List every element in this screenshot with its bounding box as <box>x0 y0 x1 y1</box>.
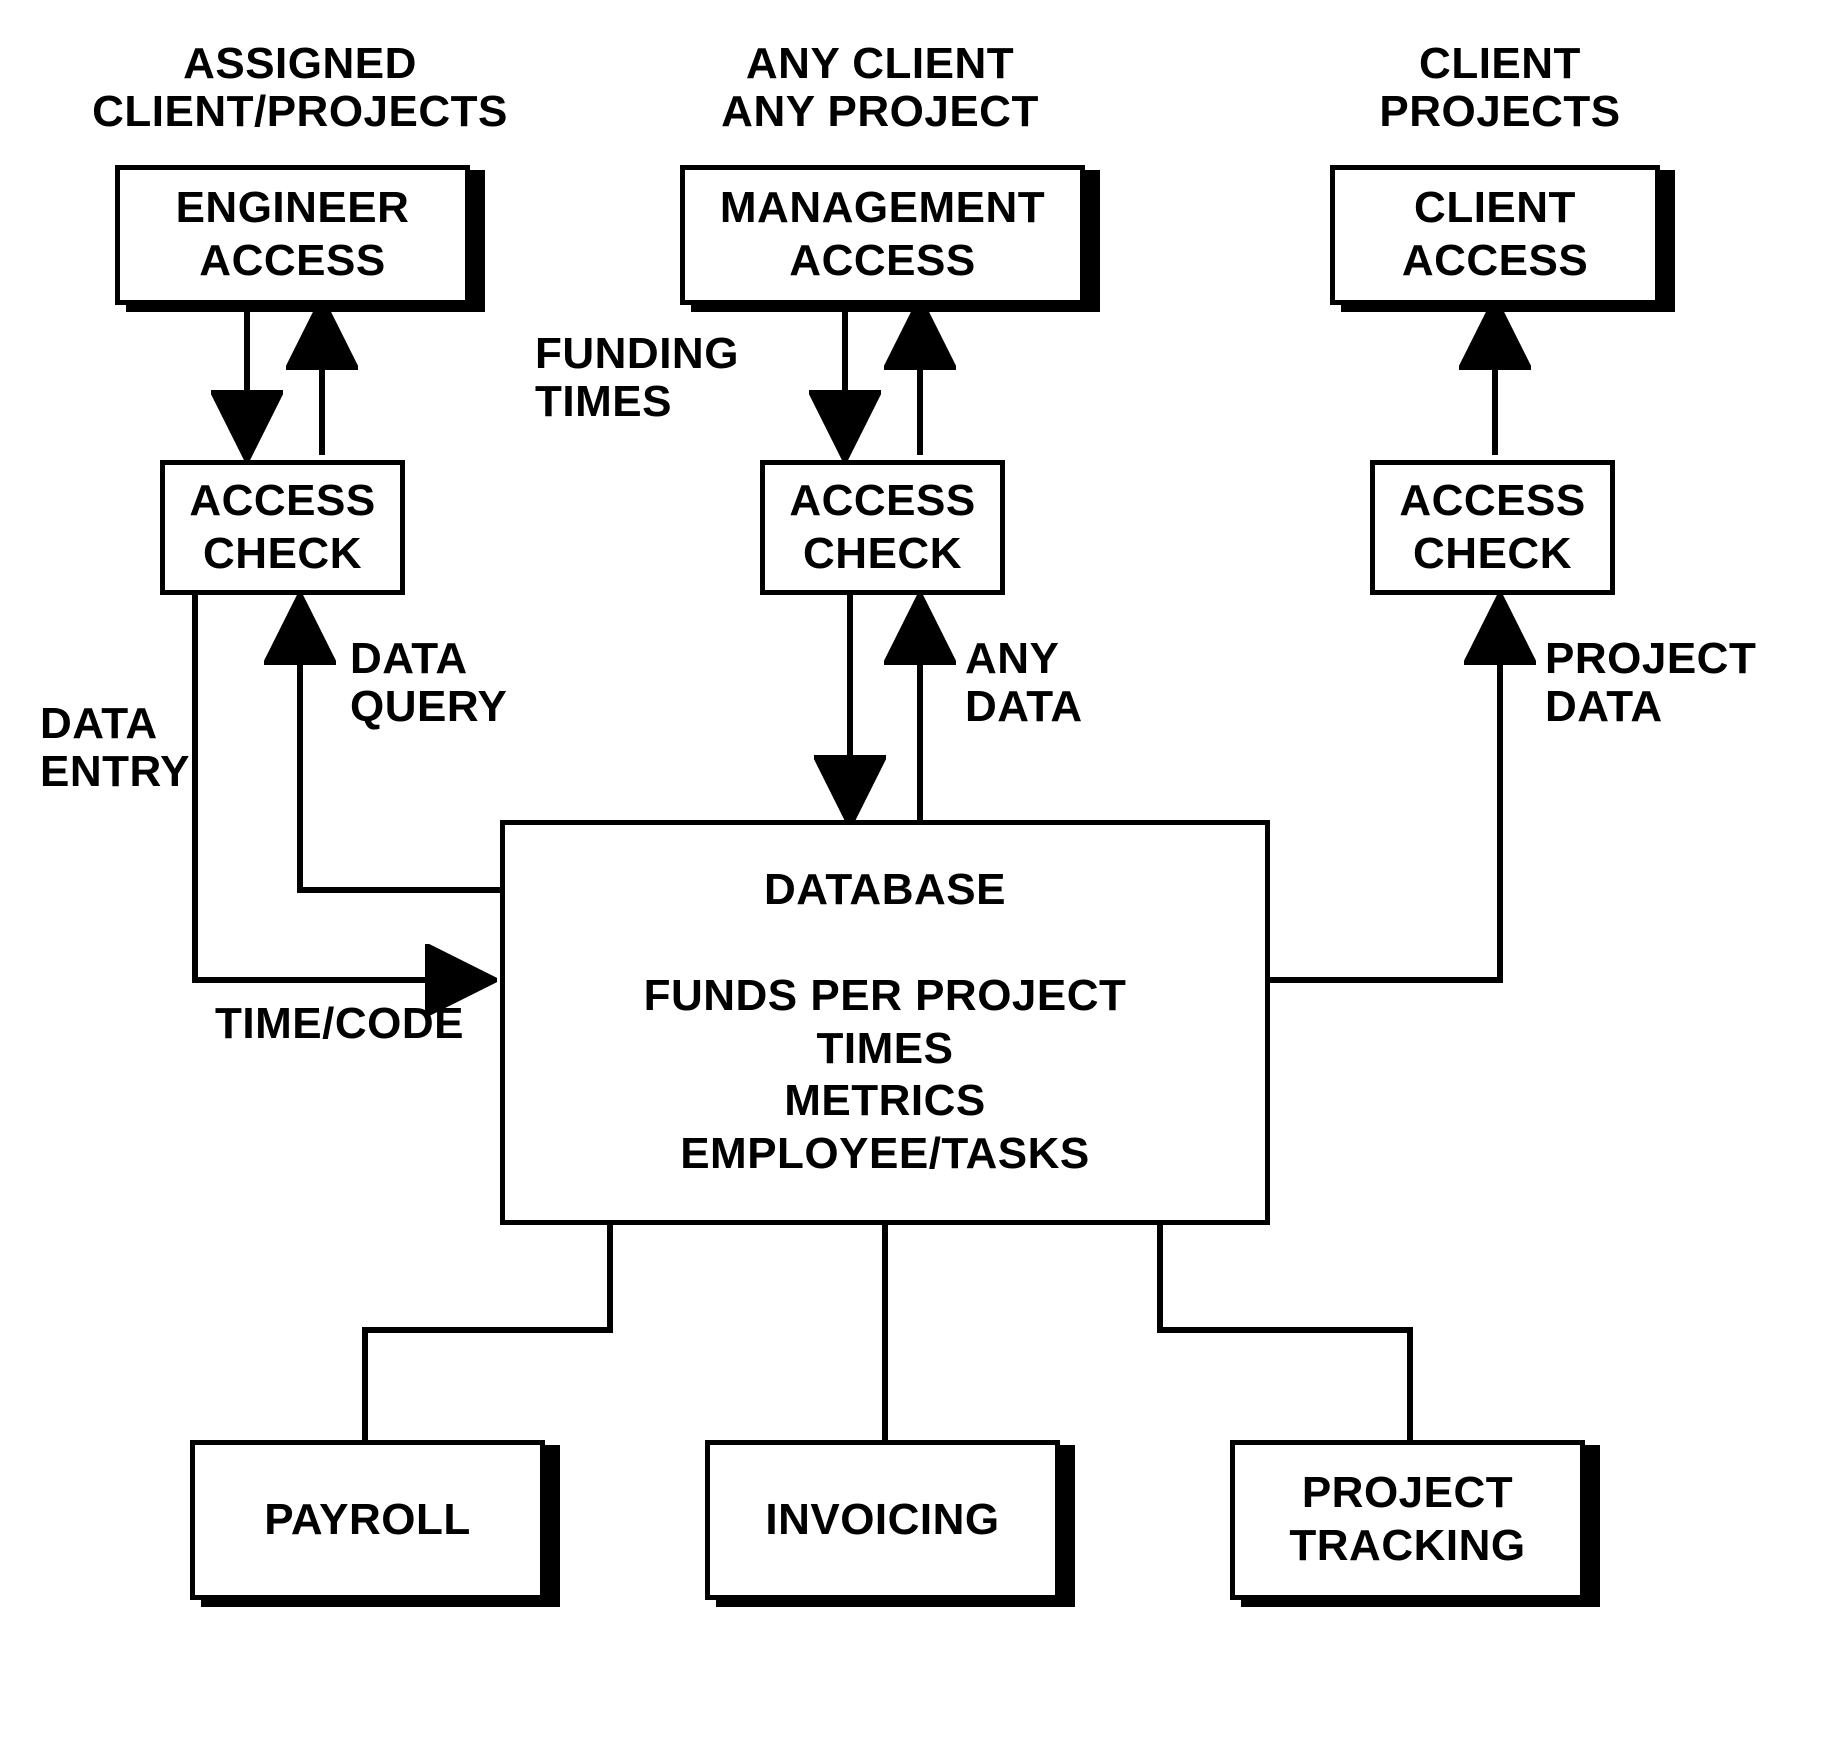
box-invoicing: INVOICING <box>705 1440 1060 1600</box>
header-engineer: ASSIGNED CLIENT/PROJECTS <box>70 40 530 137</box>
label-time-code: TIME/CODE <box>215 1000 464 1048</box>
label-any-data: ANY DATA <box>965 635 1083 732</box>
box-access-check-2: ACCESS CHECK <box>760 460 1005 595</box>
box-project-tracking: PROJECT TRACKING <box>1230 1440 1585 1600</box>
header-client: CLIENT PROJECTS <box>1300 40 1700 137</box>
label-data-query: DATA QUERY <box>350 635 507 732</box>
box-client-access: CLIENT ACCESS <box>1330 165 1660 305</box>
box-management-access: MANAGEMENT ACCESS <box>680 165 1085 305</box>
label-funding-times: FUNDING TIMES <box>535 330 739 427</box>
label-data-entry: DATA ENTRY <box>40 700 190 797</box>
box-engineer-access: ENGINEER ACCESS <box>115 165 470 305</box>
box-payroll: PAYROLL <box>190 1440 545 1600</box>
label-project-data: PROJECT DATA <box>1545 635 1756 732</box>
box-access-check-1: ACCESS CHECK <box>160 460 405 595</box>
box-access-check-3: ACCESS CHECK <box>1370 460 1615 595</box>
header-management: ANY CLIENT ANY PROJECT <box>680 40 1080 137</box>
box-database: DATABASE FUNDS PER PROJECT TIMES METRICS… <box>500 820 1270 1225</box>
